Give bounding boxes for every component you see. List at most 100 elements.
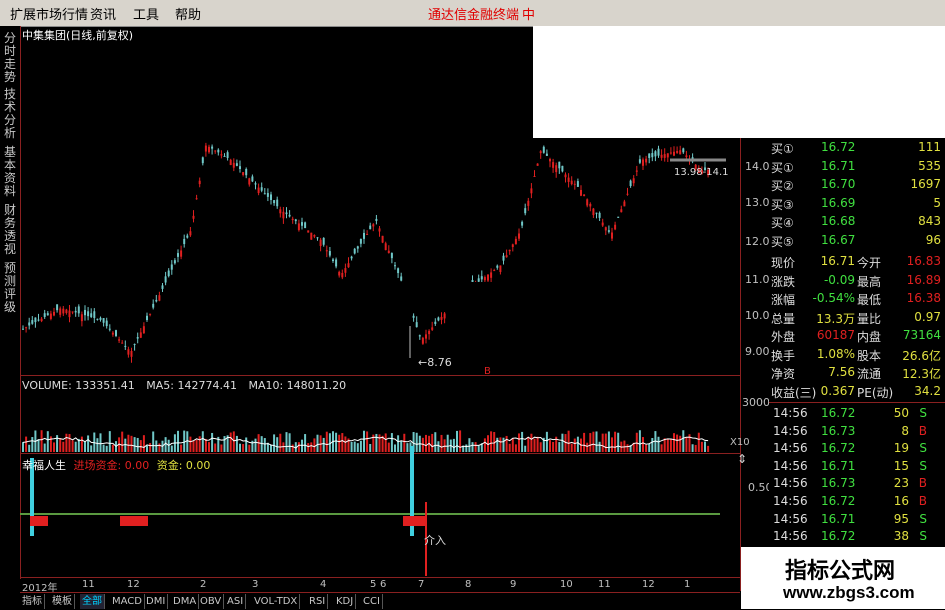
side-tab-financials[interactable]: 财务透视	[1, 204, 19, 256]
candle-body	[84, 309, 86, 316]
candle-body	[359, 238, 362, 244]
candle-body	[201, 157, 204, 164]
candle-body	[638, 159, 641, 163]
menu-extended-market[interactable]: 扩展市场行情	[10, 4, 88, 23]
candle-body	[49, 313, 52, 319]
tab-kdj[interactable]: KDJ	[334, 594, 357, 609]
tick-side: B	[918, 423, 927, 438]
volume-bar	[673, 433, 675, 452]
tick-volume: 23	[893, 476, 909, 491]
tab-voltdx[interactable]: VOL-TDX	[252, 594, 301, 609]
candle-body	[242, 172, 245, 176]
bid-label: 买②	[771, 179, 794, 193]
volume-bar	[130, 435, 133, 452]
tab-cci[interactable]: CCI	[361, 594, 383, 609]
candle-body	[527, 200, 530, 206]
volume-bar	[611, 437, 613, 452]
volume-bar	[273, 434, 276, 452]
volume-bar	[229, 432, 232, 452]
volume-bar	[440, 434, 443, 452]
y-label-9: 9.00	[745, 345, 770, 358]
candle-body	[576, 181, 579, 187]
candle-body	[161, 285, 164, 289]
candle-body	[607, 230, 610, 232]
candle-body	[71, 311, 74, 313]
candle-body	[521, 221, 524, 226]
volume-bar	[356, 443, 359, 452]
tab-dmi[interactable]: DMI	[144, 594, 169, 609]
candle-body	[139, 332, 142, 338]
watermark: 指标公式网 www.zbgs3.com	[741, 547, 945, 609]
date-tick: 4	[320, 579, 327, 590]
candle-body	[552, 162, 555, 168]
side-tabs: 分时走势 技术分析 基本资料 财务透视 预测评级	[0, 26, 21, 579]
bid-row: 买① 16.72 111	[769, 138, 945, 156]
candle-body	[198, 180, 201, 185]
volume-bar	[694, 444, 697, 452]
candle-body	[530, 188, 533, 194]
candle-body	[514, 238, 517, 245]
volume-bar	[638, 430, 641, 452]
date-tick: 7	[418, 579, 425, 590]
volume-bar	[459, 430, 462, 452]
volume-bar	[378, 434, 381, 452]
candle-body	[632, 178, 635, 184]
bid-volume: 843	[918, 214, 941, 228]
candle-body	[592, 208, 595, 216]
candle-body	[307, 230, 310, 233]
tab-asi[interactable]: ASI	[225, 594, 247, 609]
volume-bar	[359, 440, 362, 452]
candle-body	[611, 232, 613, 239]
volume-bar	[496, 437, 499, 452]
menu-news[interactable]: 资讯	[90, 4, 116, 23]
volume-bar	[297, 442, 300, 452]
candle-body	[555, 165, 558, 173]
volume-bar	[446, 434, 449, 452]
volume-bar	[186, 431, 189, 452]
volume-bar	[28, 444, 31, 452]
volume-bar	[223, 436, 226, 452]
tab-[interactable]: 模板	[50, 594, 75, 609]
tab-rsi[interactable]: RSI	[307, 594, 329, 609]
volume-bar	[335, 432, 338, 452]
candle-body	[297, 223, 300, 231]
stat-key: 换手	[771, 348, 796, 363]
candle-body	[428, 330, 431, 335]
side-tab-technical[interactable]: 技术分析	[1, 88, 19, 140]
volume-bar	[341, 433, 344, 452]
candle-body	[679, 150, 682, 155]
candle-body	[589, 203, 592, 207]
candle-body	[499, 265, 502, 272]
menu-tools[interactable]: 工具	[133, 4, 159, 23]
candle-body	[301, 222, 303, 226]
tick-price: 16.72	[821, 494, 856, 508]
tab-macd[interactable]: MACD	[110, 594, 145, 609]
tab-[interactable]: 指标	[20, 594, 45, 609]
volume-bar	[96, 438, 99, 452]
volume-bar	[648, 443, 651, 452]
stat-row: 涨幅 -0.54% 最低 16.38	[769, 289, 945, 307]
volume-bar	[65, 433, 68, 452]
candle-body	[152, 303, 155, 308]
candle-body	[421, 337, 424, 344]
volume-bar	[279, 433, 282, 452]
side-tab-fundamentals[interactable]: 基本资料	[1, 146, 19, 198]
tab-[interactable]: 全部	[80, 594, 105, 609]
volume-bar	[474, 442, 477, 452]
collapse-icon[interactable]: ⇕	[737, 452, 747, 466]
tab-obv[interactable]: OBV	[198, 594, 225, 609]
volume-bar	[195, 439, 198, 452]
candle-body	[384, 243, 387, 251]
candle-body	[620, 209, 623, 213]
side-tab-forecast[interactable]: 预测评级	[1, 262, 19, 314]
tab-dma[interactable]: DMA	[171, 594, 200, 609]
volume-bar	[263, 438, 266, 452]
side-tab-intraday[interactable]: 分时走势	[1, 32, 19, 84]
candle-body	[338, 271, 341, 276]
volume-bar	[518, 433, 520, 452]
tick-row: 14:56 16.72 38 S	[769, 527, 945, 545]
volume-bar	[576, 436, 579, 452]
candle-body	[220, 154, 223, 156]
menu-help[interactable]: 帮助	[175, 4, 201, 23]
candle-body	[673, 151, 675, 156]
